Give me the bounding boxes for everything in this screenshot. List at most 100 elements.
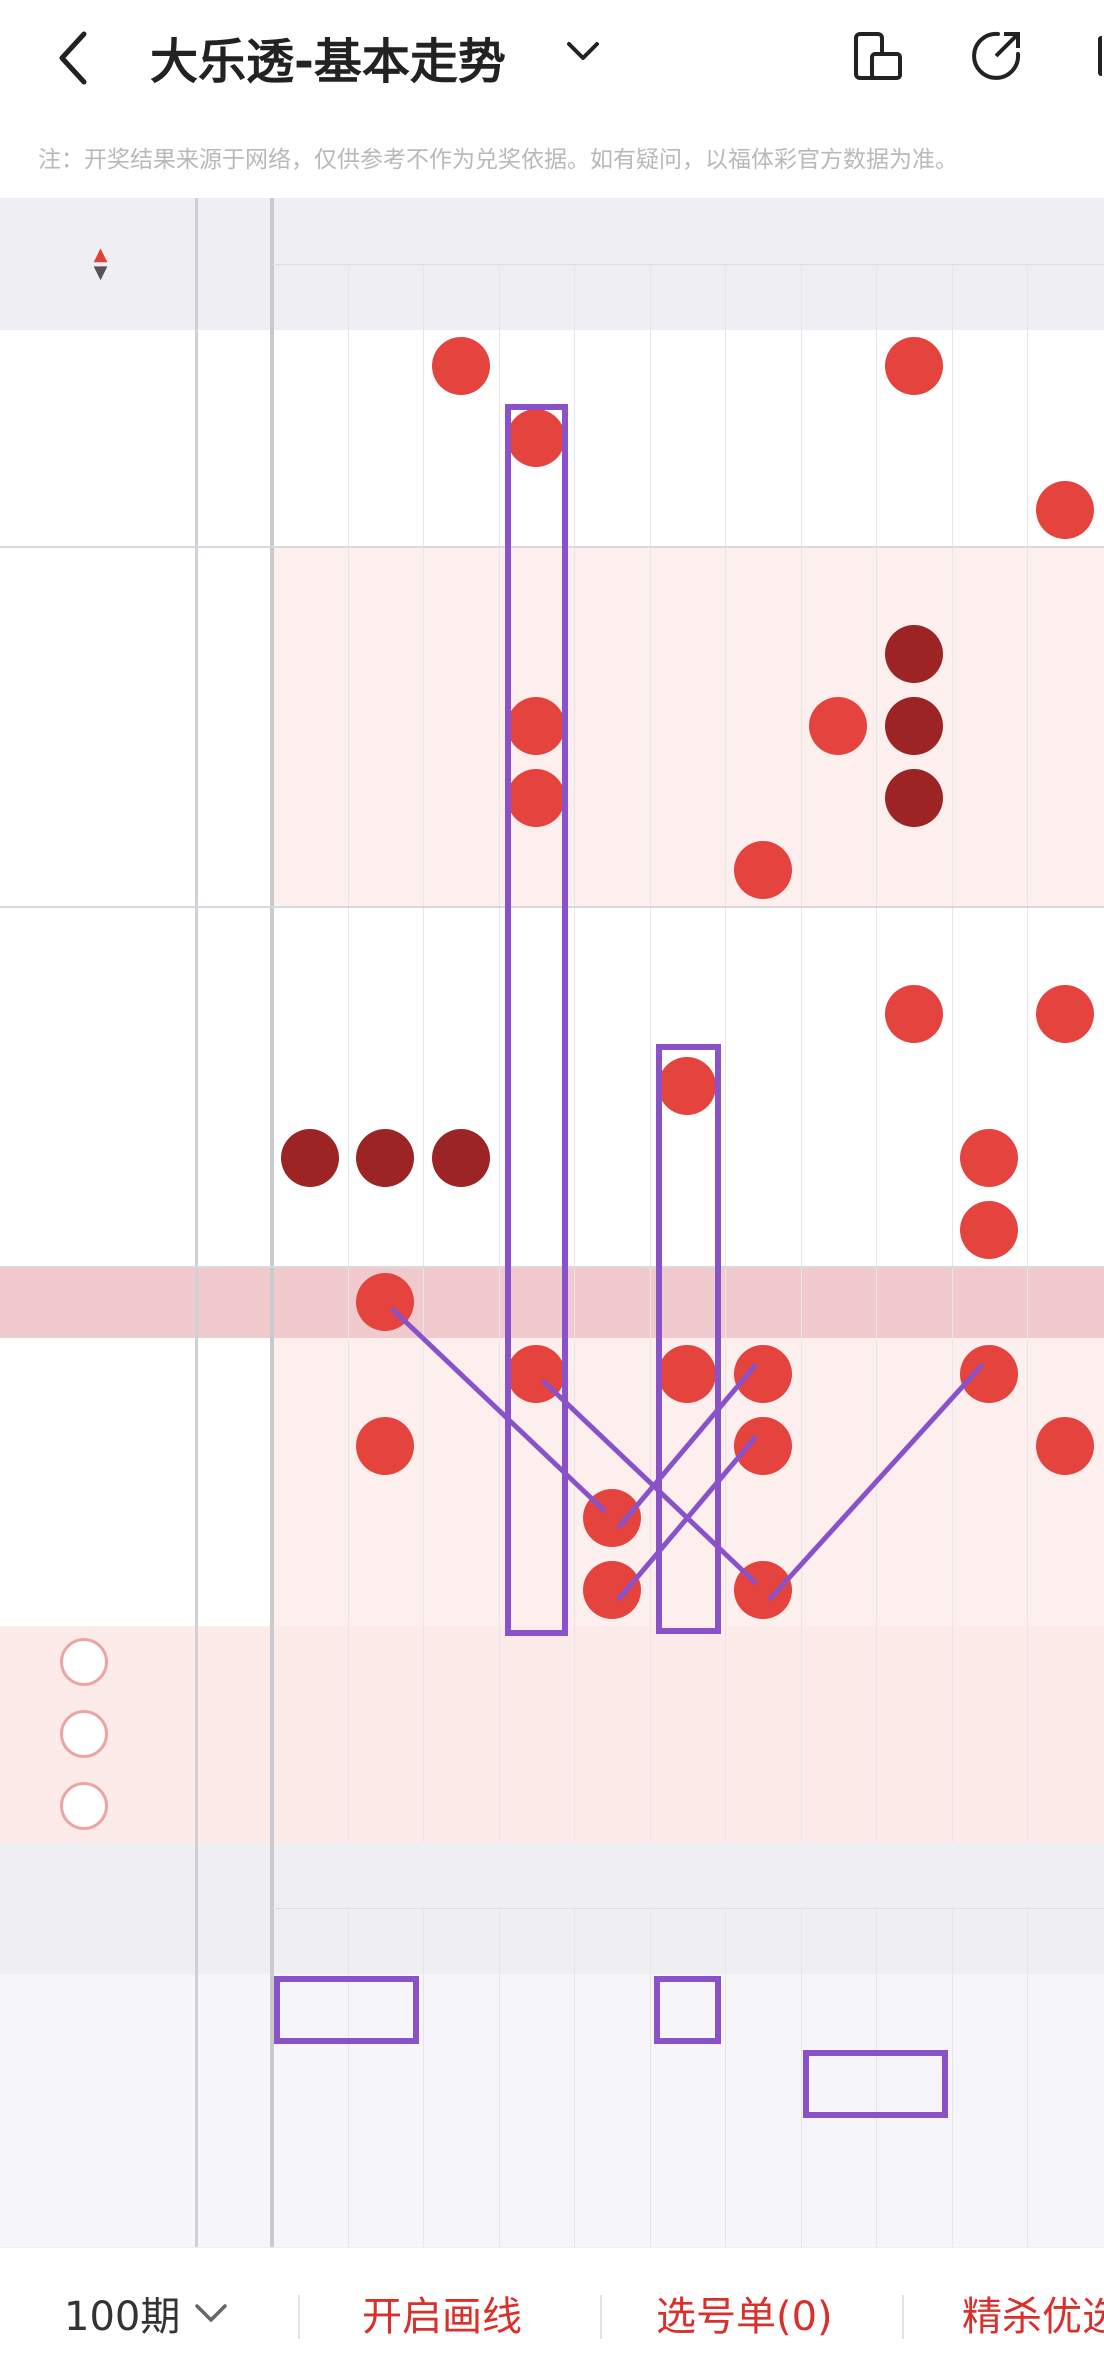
miss-count-cell bbox=[272, 762, 348, 834]
week-day bbox=[195, 978, 271, 1050]
drawn-number-ball bbox=[733, 841, 792, 899]
stats-column-header bbox=[574, 1908, 650, 1974]
back-arrow-icon[interactable] bbox=[52, 28, 92, 88]
pick-number-cell[interactable] bbox=[725, 1626, 801, 1698]
week-day bbox=[195, 330, 271, 402]
miss-count-cell bbox=[801, 1266, 877, 1338]
pick-row-toggle[interactable] bbox=[60, 1770, 130, 1842]
radio-circle-icon[interactable] bbox=[60, 1782, 108, 1830]
miss-count-cell bbox=[952, 762, 1028, 834]
pick-number-cell[interactable] bbox=[801, 1770, 877, 1842]
pick-number-cell[interactable] bbox=[650, 1626, 726, 1698]
pick-number-cell[interactable] bbox=[952, 1698, 1028, 1770]
miss-count-cell bbox=[1027, 1194, 1103, 1266]
pick-number-cell[interactable] bbox=[952, 1770, 1028, 1842]
pick-number-cell[interactable] bbox=[574, 1770, 650, 1842]
drawn-number-ball bbox=[960, 1345, 1019, 1403]
pick-number-cell[interactable] bbox=[348, 1770, 424, 1842]
miss-count-cell bbox=[801, 762, 877, 834]
pick-number-cell[interactable] bbox=[1027, 1698, 1103, 1770]
pick-number-cell[interactable] bbox=[876, 1698, 952, 1770]
pick-number-cell[interactable] bbox=[574, 1626, 650, 1698]
pick-number-cell[interactable] bbox=[876, 1770, 952, 1842]
pick-number-cell[interactable] bbox=[348, 1626, 424, 1698]
stats-week-header bbox=[195, 1842, 271, 1974]
miss-count-cell bbox=[348, 474, 424, 546]
highlight-box-stats bbox=[274, 1976, 419, 2044]
miss-count-cell bbox=[876, 1554, 952, 1626]
pick-number-cell[interactable] bbox=[650, 1770, 726, 1842]
rotate-screen-icon[interactable] bbox=[850, 28, 906, 84]
page-title[interactable]: 大乐透-基本走势 bbox=[150, 22, 506, 92]
pick-row-toggle[interactable] bbox=[60, 1698, 130, 1770]
pick-number-cell[interactable] bbox=[499, 1698, 575, 1770]
top-app-bar: 大乐透-基本走势 bbox=[0, 0, 1104, 120]
pick-number-cell[interactable] bbox=[1027, 1770, 1103, 1842]
pick-number-cell[interactable] bbox=[272, 1626, 348, 1698]
miss-count-cell bbox=[423, 762, 499, 834]
pick-number-cell[interactable] bbox=[725, 1698, 801, 1770]
stats-value-cell bbox=[574, 1974, 650, 2046]
miss-count-cell bbox=[574, 1266, 650, 1338]
period-selector[interactable]: 100期 bbox=[64, 2284, 228, 2342]
repeat-number-ball bbox=[431, 1129, 490, 1187]
miss-count-cell bbox=[952, 834, 1028, 906]
miss-count-cell bbox=[1027, 834, 1103, 906]
column-number-header bbox=[574, 264, 650, 330]
pick-number-cell[interactable] bbox=[423, 1698, 499, 1770]
pick-number-cell[interactable] bbox=[272, 1770, 348, 1842]
pick-row-toggle[interactable] bbox=[60, 1626, 130, 1698]
miss-count-cell bbox=[650, 618, 726, 690]
miss-count-cell bbox=[952, 1410, 1028, 1482]
stats-value-cell bbox=[650, 2118, 726, 2190]
pick-number-cell[interactable] bbox=[348, 1698, 424, 1770]
pick-number-cell[interactable] bbox=[272, 1698, 348, 1770]
miss-count-cell bbox=[650, 978, 726, 1050]
miss-count-cell bbox=[574, 330, 650, 402]
pick-number-cell[interactable] bbox=[801, 1698, 877, 1770]
issue-column-header[interactable]: ▲ ▼ bbox=[0, 198, 195, 330]
pick-number-cell[interactable] bbox=[423, 1770, 499, 1842]
miss-count-cell bbox=[952, 402, 1028, 474]
stats-column-header bbox=[499, 1908, 575, 1974]
column-number-header bbox=[1027, 264, 1103, 330]
pick-number-cell[interactable] bbox=[876, 1626, 952, 1698]
miss-count-cell bbox=[574, 1410, 650, 1482]
pick-number-cell[interactable] bbox=[574, 1698, 650, 1770]
week-day bbox=[195, 402, 271, 474]
pick-number-cell[interactable] bbox=[1027, 1626, 1103, 1698]
pick-number-cell[interactable] bbox=[499, 1770, 575, 1842]
miss-count-cell bbox=[348, 1554, 424, 1626]
highlight-box-stats bbox=[653, 1976, 721, 2044]
pick-number-cell[interactable] bbox=[725, 1770, 801, 1842]
pick-number-cell[interactable] bbox=[952, 1626, 1028, 1698]
kill-picks-button[interactable]: 精杀优选 bbox=[962, 2284, 1104, 2342]
stats-value-cell bbox=[876, 2118, 952, 2190]
stats-value-cell bbox=[725, 1974, 801, 2046]
share-icon[interactable] bbox=[968, 28, 1024, 84]
miss-count-cell bbox=[650, 762, 726, 834]
radio-circle-icon[interactable] bbox=[60, 1638, 108, 1686]
more-icon-edge[interactable] bbox=[1098, 36, 1104, 76]
miss-count-cell bbox=[348, 690, 424, 762]
chevron-down-icon[interactable] bbox=[565, 38, 601, 64]
pick-number-cell[interactable] bbox=[801, 1626, 877, 1698]
drawn-number-ball bbox=[356, 1273, 415, 1331]
stats-row-label bbox=[0, 1974, 195, 2046]
miss-count-cell bbox=[650, 690, 726, 762]
miss-count-cell bbox=[574, 1122, 650, 1194]
pick-list-button[interactable]: 选号单(0) bbox=[656, 2284, 833, 2342]
sort-icon[interactable]: ▲ ▼ bbox=[94, 246, 108, 282]
radio-circle-icon[interactable] bbox=[60, 1710, 108, 1758]
stats-value-cell bbox=[952, 2118, 1028, 2190]
pick-number-cell[interactable] bbox=[423, 1626, 499, 1698]
draw-line-button[interactable]: 开启画线 bbox=[362, 2284, 522, 2342]
drawn-number-ball bbox=[1035, 481, 1094, 539]
issue-number bbox=[0, 1338, 195, 1410]
stats-value-cell bbox=[952, 1974, 1028, 2046]
stats-week-value bbox=[195, 1974, 271, 2046]
pick-number-cell[interactable] bbox=[499, 1626, 575, 1698]
miss-count-cell bbox=[1027, 546, 1103, 618]
stats-value-cell bbox=[574, 2118, 650, 2190]
pick-number-cell[interactable] bbox=[650, 1698, 726, 1770]
